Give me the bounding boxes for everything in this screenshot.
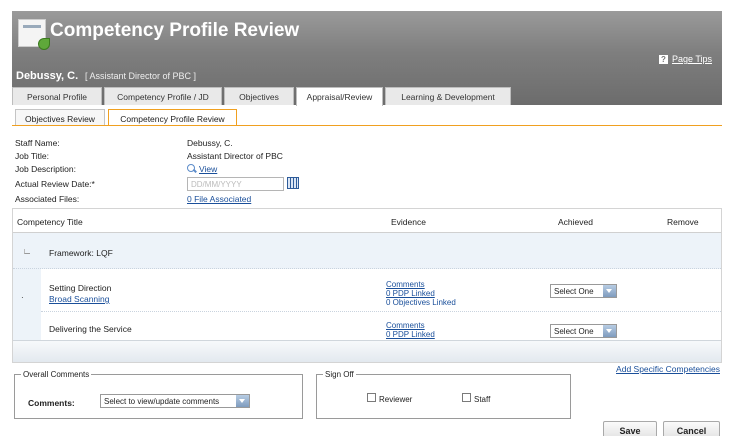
chevron-down-icon	[603, 325, 616, 337]
comments-link[interactable]: Comments	[386, 280, 456, 289]
framework-name: Framework: LQF	[49, 248, 113, 258]
competency-title: Delivering the Service	[49, 324, 132, 334]
sign-off-box: Sign Off Reviewer Staff	[316, 370, 571, 419]
page-title: Competency Profile Review	[50, 20, 300, 41]
pdp-linked-link[interactable]: 0 PDP Linked	[386, 330, 435, 339]
chevron-down-icon	[603, 285, 616, 297]
job-title-label: Job Title:	[15, 151, 50, 161]
staff-header-name: Debussy, C.	[16, 70, 79, 82]
subtab-objectives-review[interactable]: Objectives Review	[15, 109, 105, 126]
add-specific-competencies-link[interactable]: Add Specific Competencies	[616, 364, 720, 374]
achieved-select[interactable]: Select One	[550, 284, 617, 298]
staff-name-label: Staff Name:	[15, 138, 60, 148]
competency-row: Delivering the Service Comments 0 PDP Li…	[41, 313, 721, 342]
staff-header-role: [ Assistant Director of PBC ]	[84, 71, 196, 81]
comments-link[interactable]: Comments	[386, 321, 435, 330]
tab-objectives[interactable]: Objectives	[224, 87, 294, 105]
column-achieved: Achieved	[558, 217, 593, 227]
sign-off-legend: Sign Off	[325, 370, 354, 379]
staff-name-value: Debussy, C.	[187, 138, 233, 148]
job-description-view[interactable]: View	[187, 164, 217, 174]
pdp-linked-link[interactable]: 0 PDP Linked	[386, 289, 456, 298]
tab-appraisal-review[interactable]: Appraisal/Review	[296, 87, 383, 106]
tab-personal-profile[interactable]: Personal Profile	[12, 87, 102, 105]
tab-learning-development[interactable]: Learning & Development	[385, 87, 511, 105]
associated-files-label: Associated Files:	[15, 194, 80, 204]
reviewer-label: Reviewer	[379, 395, 413, 404]
overall-comments-box: Overall Comments Comments: Select to vie…	[14, 370, 303, 419]
associated-files-link[interactable]: 0 File Associated	[187, 194, 251, 204]
competency-row: Setting Direction Broad Scanning Comment…	[41, 270, 721, 312]
grid-header: Competency Title Evidence Achieved Remov…	[13, 209, 721, 233]
competency-grid: Competency Title Evidence Achieved Remov…	[12, 208, 722, 363]
staff-label: Staff	[474, 395, 491, 404]
objectives-linked-link[interactable]: 0 Objectives Linked	[386, 298, 456, 307]
comments-label: Comments:	[28, 398, 75, 408]
column-competency-title: Competency Title	[17, 217, 83, 227]
staff-checkbox[interactable]	[462, 393, 471, 402]
subtab-competency-profile-review[interactable]: Competency Profile Review	[108, 109, 237, 126]
achieved-select[interactable]: Select One	[550, 324, 617, 338]
help-icon: ?	[658, 55, 668, 64]
save-button[interactable]: Save	[603, 421, 657, 436]
review-date-label: Actual Review Date:*	[15, 179, 95, 189]
overall-comments-legend: Overall Comments	[23, 370, 90, 379]
evidence-links: Comments 0 PDP Linked	[386, 321, 435, 339]
job-description-label: Job Description:	[15, 164, 76, 174]
grid-footer	[13, 340, 721, 362]
chevron-down-icon	[236, 395, 249, 407]
job-title-value: Assistant Director of PBC	[187, 151, 283, 161]
reviewer-checkbox[interactable]	[367, 393, 376, 402]
column-evidence: Evidence	[391, 217, 426, 227]
review-date-input[interactable]: DD/MM/YYYY	[187, 177, 284, 191]
app-logo-icon	[18, 19, 50, 50]
evidence-links: Comments 0 PDP Linked 0 Objectives Linke…	[386, 280, 456, 307]
calendar-icon[interactable]	[287, 177, 299, 189]
page-tips-link[interactable]: ? Page Tips	[658, 54, 712, 64]
competency-title: Setting Direction	[49, 283, 112, 293]
comments-select[interactable]: Select to view/update comments	[100, 394, 250, 408]
tab-competency-profile-jd[interactable]: Competency Profile / JD	[104, 87, 222, 105]
subtab-underline	[12, 125, 722, 126]
staff-header: Debussy, C. [ Assistant Director of PBC …	[16, 70, 196, 82]
grid-body: Framework: LQF · Setting Direction Broad…	[13, 233, 721, 342]
framework-row: Framework: LQF	[13, 233, 721, 269]
competency-subtitle[interactable]: Broad Scanning	[49, 294, 110, 304]
collapse-icon[interactable]	[24, 249, 30, 254]
column-remove: Remove	[667, 217, 699, 227]
cancel-button[interactable]: Cancel	[663, 421, 720, 436]
magnifier-icon	[187, 164, 197, 173]
